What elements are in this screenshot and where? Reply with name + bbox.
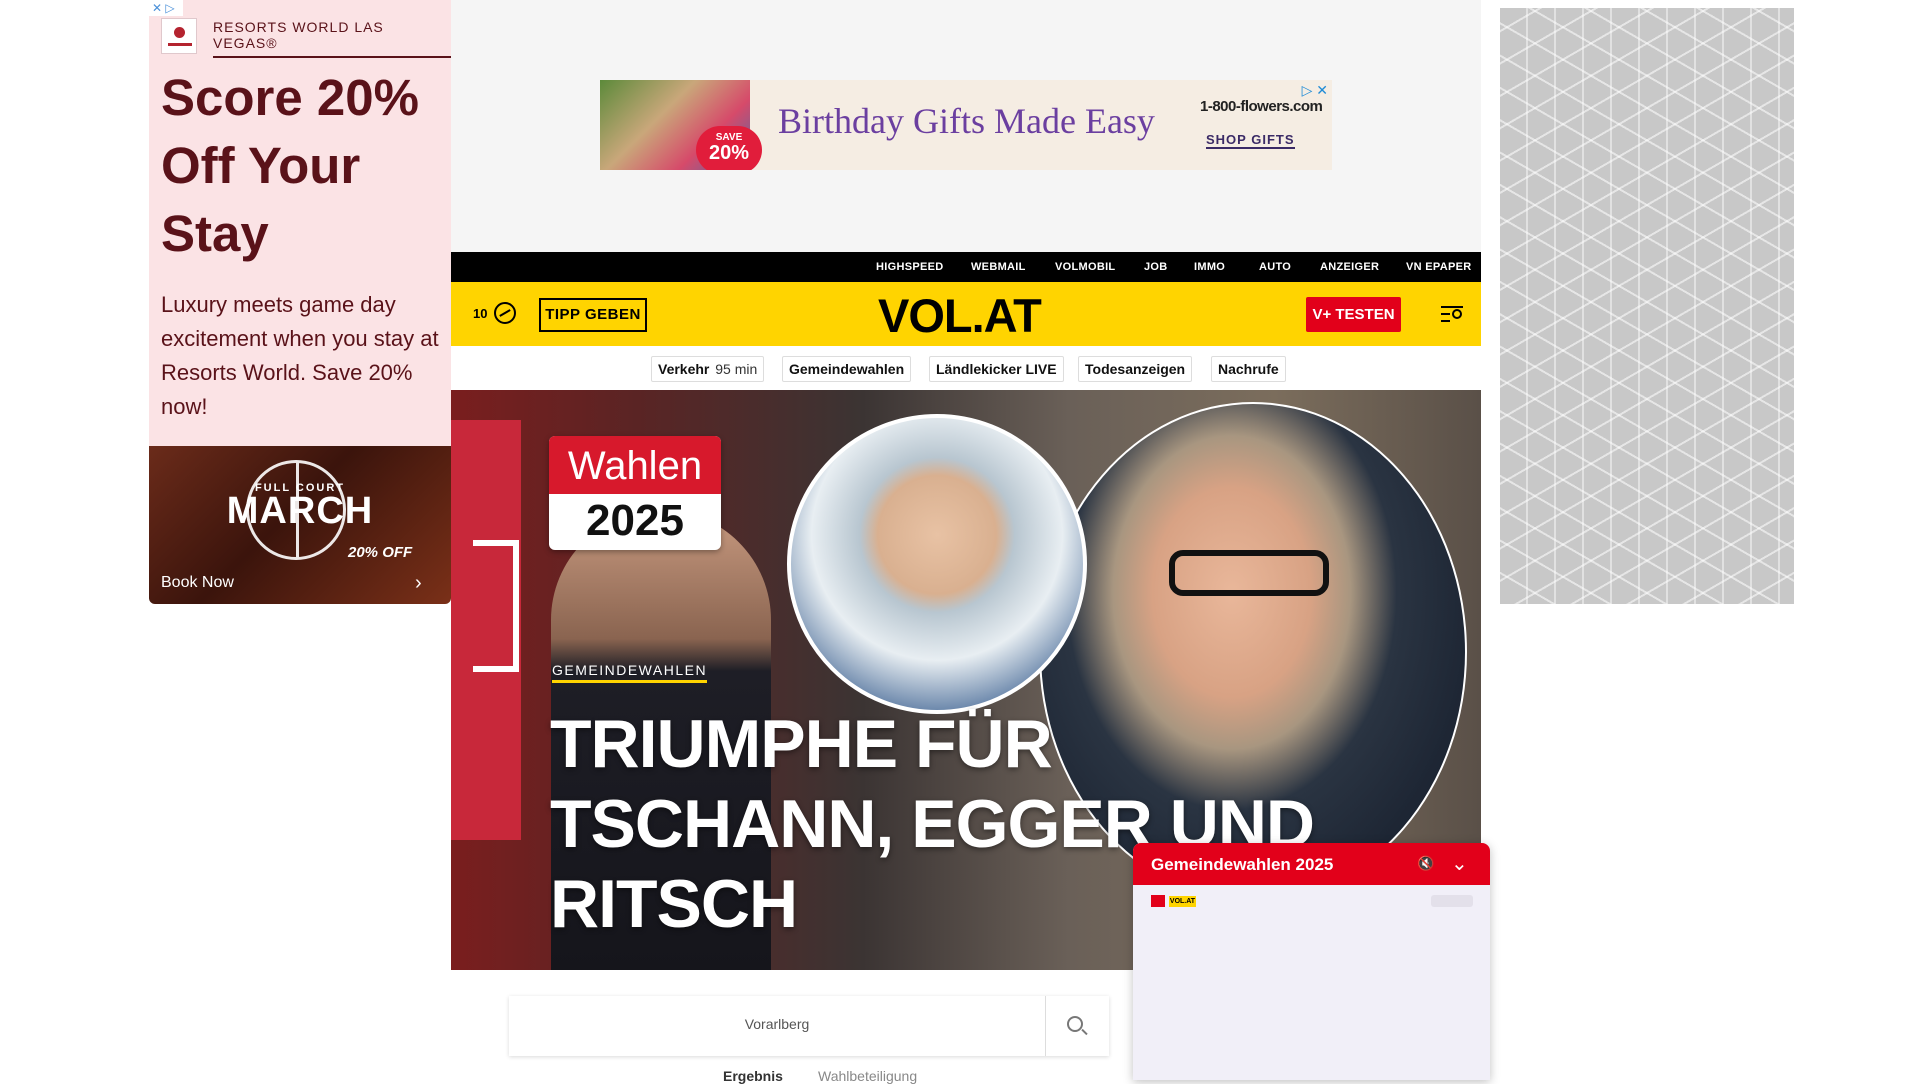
divider: [1045, 996, 1046, 1056]
menu-line: [1441, 313, 1450, 315]
ad-body[interactable]: Luxury meets game day excitement when yo…: [161, 288, 441, 424]
video-title: Gemeindewahlen 2025: [1151, 855, 1334, 874]
wahlen-2025-badge: Wahlen 2025: [549, 436, 721, 550]
main-header: 10 TIPP GEBEN VOL.AT V+ TESTEN: [451, 282, 1481, 346]
weather-icon[interactable]: [494, 302, 516, 324]
nav-link-anzeiger[interactable]: ANZEIGER: [1320, 261, 1379, 273]
election-widget: Vorarlberg Ergebnis Wahlbeteiligung: [509, 996, 1109, 1084]
banner-ad[interactable]: SAVE 20% Birthday Gifts Made Easy 1-800-…: [600, 80, 1332, 170]
banner-headline[interactable]: Birthday Gifts Made Easy: [778, 100, 1155, 142]
nav-link-volmobil[interactable]: VOLMOBIL: [1055, 261, 1115, 273]
video-watermark: [1431, 895, 1473, 907]
tipp-geben-button[interactable]: TIPP GEBEN: [539, 298, 647, 332]
volume-mute-icon[interactable]: 🔇: [1417, 855, 1434, 872]
quick-link-label: Verkehr: [658, 361, 710, 377]
quick-link-label: Gemeindewahlen: [789, 361, 905, 377]
menu-line: [1441, 306, 1463, 308]
menu-search-icon[interactable]: [1441, 304, 1465, 324]
ad-promo-image[interactable]: FULL COURT MARCH 20% OFF Book Now ›: [149, 446, 451, 604]
quick-link-label: Todesanzeigen: [1085, 361, 1186, 377]
quick-link-label: Nachrufe: [1218, 361, 1279, 377]
shop-gifts-link[interactable]: SHOP GIFTS: [1206, 132, 1295, 149]
search-input[interactable]: Vorarlberg: [509, 1016, 1045, 1032]
chevron-down-icon[interactable]: ⌄: [1451, 851, 1468, 876]
ad-brand[interactable]: RESORTS WORLD LAS VEGAS®: [213, 19, 451, 58]
temperature[interactable]: 10: [473, 306, 487, 321]
promo-title: MARCH: [226, 490, 374, 532]
video-logo: VOL.AT: [1151, 895, 1201, 907]
nav-link-vn-epaper[interactable]: VN EPAPER: [1406, 261, 1471, 273]
right-ad-slot[interactable]: [1500, 8, 1794, 604]
top-service-nav: HIGHSPEED WEBMAIL VOLMOBIL JOB IMMO AUTO…: [451, 252, 1481, 282]
nav-link-highspeed[interactable]: HIGHSPEED: [876, 261, 944, 273]
search-icon: [1452, 309, 1462, 319]
badge-title: Wahlen: [549, 436, 721, 494]
nav-link-auto[interactable]: AUTO: [1259, 261, 1291, 273]
flag-decoration: [451, 420, 521, 840]
region-search[interactable]: Vorarlberg: [509, 996, 1109, 1056]
logo-text: VOL.AT: [1169, 896, 1196, 907]
save-badge: SAVE 20%: [696, 126, 762, 170]
banner-brand[interactable]: 1-800-flowers.com: [1200, 98, 1323, 115]
ad-top-panel[interactable]: ✕ ▷ RESORTS WORLD LAS VEGAS® Score 20% O…: [149, 0, 451, 446]
quick-link-label: Ländlekicker LIVE: [936, 361, 1057, 377]
vplus-testen-button[interactable]: V+ TESTEN: [1306, 297, 1401, 332]
glasses-decoration: [1169, 550, 1329, 596]
video-header: Gemeindewahlen 2025 🔇 ⌄: [1133, 843, 1490, 885]
adchoices-icon[interactable]: ▷ ✕: [1302, 82, 1328, 99]
logo-red-block: [1151, 895, 1165, 907]
quick-link-gemeindewahlen[interactable]: Gemeindewahlen: [782, 356, 912, 382]
tab-ergebnis[interactable]: Ergebnis: [723, 1068, 783, 1084]
nav-link-job[interactable]: JOB: [1144, 261, 1168, 273]
left-skyscraper-ad[interactable]: ✕ ▷ RESORTS WORLD LAS VEGAS® Score 20% O…: [149, 0, 451, 604]
site-logo[interactable]: VOL.AT: [878, 288, 1042, 343]
quick-link-sub: 95 min: [715, 361, 758, 377]
video-player[interactable]: Gemeindewahlen 2025 🔇 ⌄ VOL.AT: [1133, 843, 1490, 1080]
quick-link-verkehr[interactable]: Verkehr 95 min: [651, 356, 765, 382]
nav-link-immo[interactable]: IMMO: [1194, 261, 1225, 273]
nav-link-webmail[interactable]: WEBMAIL: [971, 261, 1026, 273]
resorts-world-logo: [161, 18, 197, 54]
quick-link-todesanzeigen[interactable]: Todesanzeigen: [1078, 356, 1193, 382]
adchoices-icon[interactable]: ✕ ▷: [149, 0, 183, 16]
quick-link-nachrufe[interactable]: Nachrufe: [1211, 356, 1286, 382]
article-kicker[interactable]: GEMEINDEWAHLEN: [552, 662, 708, 683]
tab-wahlbeteiligung[interactable]: Wahlbeteiligung: [818, 1068, 917, 1084]
badge-year: 2025: [586, 496, 684, 545]
promo-offer: 20% OFF: [348, 544, 413, 561]
quick-links-bar: Verkehr 95 min Gemeindewahlen Ländlekick…: [451, 346, 1481, 390]
ad-headline[interactable]: Score 20% Off Your Stay: [161, 64, 441, 268]
search-icon[interactable]: [1067, 1016, 1083, 1032]
book-now-link[interactable]: Book Now: [161, 574, 234, 592]
save-percent: 20%: [708, 142, 750, 164]
chevron-right-icon[interactable]: ›: [415, 572, 422, 595]
menu-line: [1441, 320, 1450, 322]
hero-photo-center: [787, 414, 1087, 714]
quick-link-laendlekicker[interactable]: Ländlekicker LIVE: [929, 356, 1064, 382]
